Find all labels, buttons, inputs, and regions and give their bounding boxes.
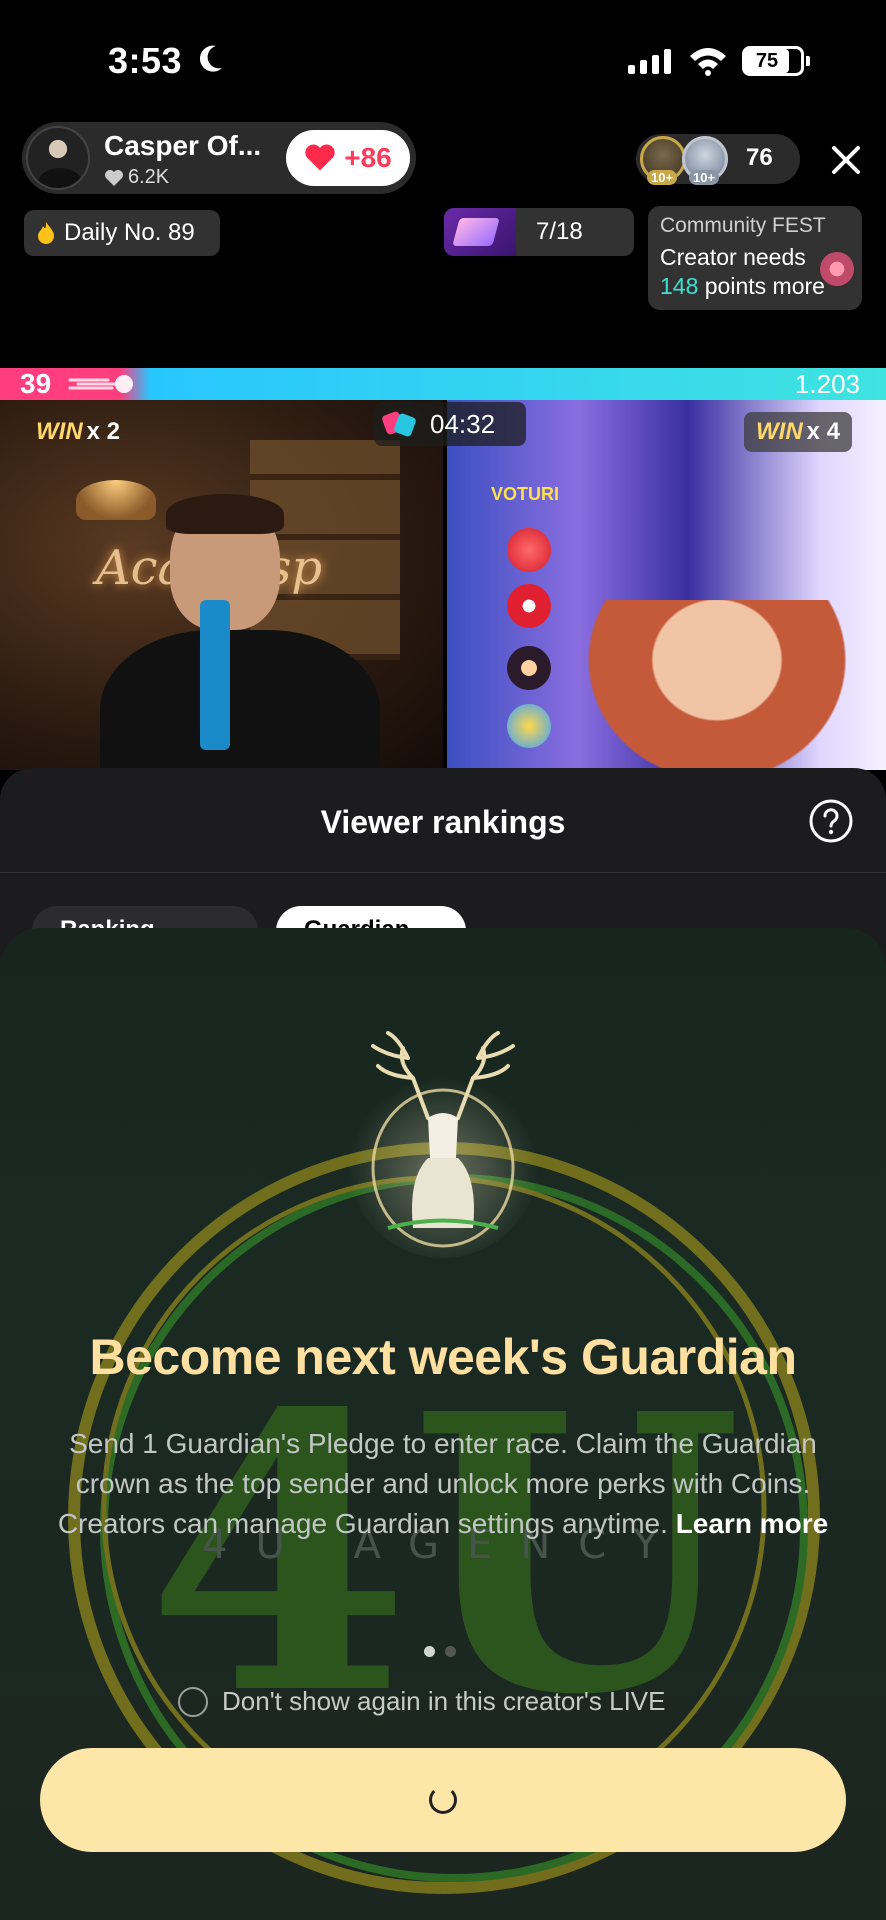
fest-title: Community FEST xyxy=(660,214,826,237)
flame-icon xyxy=(38,222,54,244)
win-label: WIN xyxy=(36,418,83,445)
host-avatar[interactable] xyxy=(26,126,90,190)
video-right[interactable]: VOTURI xyxy=(447,400,886,770)
like-button[interactable]: +86 xyxy=(286,130,410,186)
win-count: x 4 xyxy=(806,418,841,445)
votes-label: VOTURI xyxy=(491,484,560,504)
battle-timer: 04:32 xyxy=(374,402,526,446)
vote-gift-icon xyxy=(507,646,551,690)
battle-icon xyxy=(382,411,416,437)
top-viewers[interactable]: 10+ 10+ 76 xyxy=(636,134,800,185)
dont-show-again-option[interactable]: Don't show again in this creator's LIVE xyxy=(178,1686,666,1717)
divider xyxy=(0,872,886,873)
vote-gift-icon xyxy=(507,704,551,748)
help-icon[interactable] xyxy=(808,798,854,844)
win-badge-left: WIN x 2 xyxy=(24,412,132,452)
daily-ranking-pill[interactable]: Daily No. 89 xyxy=(24,210,220,256)
win-label: WIN xyxy=(756,418,803,445)
host-likes-count: 6.2K xyxy=(128,166,170,188)
heart-icon xyxy=(305,144,335,171)
video-left[interactable]: Aca Casp xyxy=(0,400,443,770)
battery-tip xyxy=(806,56,810,66)
moon-icon xyxy=(199,45,222,72)
streamer-right xyxy=(567,600,867,770)
modal-body: Send 1 Guardian's Pledge to enter race. … xyxy=(40,1424,846,1544)
dont-show-label: Don't show again in this creator's LIVE xyxy=(222,1686,666,1716)
viewer-count[interactable]: 76 xyxy=(746,144,773,172)
gift-goal-pill[interactable]: 7/18 xyxy=(444,208,634,256)
arrow-icon xyxy=(68,375,133,393)
vote-gift-icon xyxy=(507,528,551,572)
guardian-modal: 4U 4U AGENCY Become next week's Guardian… xyxy=(0,928,886,1920)
battle-right-score: 1.203 xyxy=(794,369,860,399)
fest-points-suffix: points more xyxy=(698,273,825,299)
signal-icon xyxy=(628,48,671,74)
viewer-badge: 10+ xyxy=(689,170,720,185)
deer-guardian-icon xyxy=(348,1031,538,1258)
viewer-avatar[interactable]: 10+ xyxy=(640,136,686,185)
page-dot xyxy=(445,1646,456,1657)
page-dot-active xyxy=(424,1646,435,1657)
status-time: 3:53 xyxy=(108,40,183,81)
community-fest-card[interactable]: Community FEST Creator needs 148 points … xyxy=(648,206,862,310)
fest-avatar-icon xyxy=(820,252,854,286)
like-button-label: +86 xyxy=(344,142,392,173)
close-icon[interactable] xyxy=(826,140,866,180)
host-name[interactable]: Casper Of... xyxy=(104,130,261,162)
primary-action-button[interactable] xyxy=(40,1748,846,1852)
modal-heading: Become next week's Guardian xyxy=(89,1329,797,1385)
win-badge-right: WIN x 4 xyxy=(744,412,853,452)
status-bar: 3:53 75 xyxy=(0,0,886,120)
sheet-title: Viewer rankings xyxy=(320,804,566,840)
viewer-avatar[interactable]: 10+ xyxy=(682,136,728,185)
battery-level: 75 xyxy=(745,49,789,73)
learn-more-link[interactable]: Learn more xyxy=(676,1508,829,1539)
host-pill[interactable]: Casper Of... 6.2K +86 xyxy=(22,122,416,194)
battle-left-score: 39 xyxy=(20,368,52,399)
battle-score-bar: 39 1.203 xyxy=(0,368,886,400)
gift-icon xyxy=(444,208,516,256)
battery-icon: 75 xyxy=(742,46,804,76)
dont-show-radio[interactable] xyxy=(178,1686,208,1717)
fest-points-number: 148 xyxy=(660,273,699,299)
gift-goal-progress: 7/18 xyxy=(536,218,583,245)
wifi-icon xyxy=(690,48,726,76)
win-count: x 2 xyxy=(86,418,121,445)
page-indicator xyxy=(424,1646,456,1657)
timer-text: 04:32 xyxy=(430,408,496,439)
heart-icon xyxy=(105,169,123,186)
host-likes: 6.2K xyxy=(104,166,169,189)
vote-gift-icon xyxy=(507,584,551,628)
viewer-badge: 10+ xyxy=(647,170,678,185)
loading-spinner-icon xyxy=(429,1786,457,1814)
streamer-left xyxy=(100,494,380,770)
daily-label: Daily No. 89 xyxy=(64,219,195,246)
